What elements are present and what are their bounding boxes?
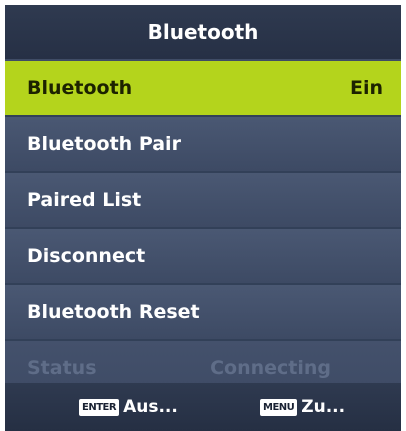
enter-hint-label: Aus... — [123, 397, 178, 417]
menu-header: Bluetooth — [5, 5, 401, 59]
footer-hints: ENTER Aus... MENU Zu... — [5, 383, 401, 431]
menu-item-bluetooth-reset[interactable]: Bluetooth Reset — [5, 285, 401, 341]
page-title: Bluetooth — [147, 20, 259, 44]
menu-item-label: Paired List — [27, 189, 142, 211]
menu-hint[interactable]: MENU Zu... — [260, 397, 345, 417]
bluetooth-menu: Bluetooth Ein Bluetooth Pair Paired List… — [5, 61, 401, 397]
menu-item-label: Status — [27, 357, 97, 379]
menu-item-disconnect[interactable]: Disconnect — [5, 229, 401, 285]
bluetooth-osd-panel: Bluetooth Bluetooth Ein Bluetooth Pair P… — [5, 5, 401, 431]
menu-item-paired-list[interactable]: Paired List — [5, 173, 401, 229]
enter-hint[interactable]: ENTER Aus... — [79, 397, 178, 417]
menu-key-icon: MENU — [260, 398, 298, 416]
menu-item-label: Disconnect — [27, 245, 146, 267]
status-value: Connecting — [210, 357, 331, 379]
enter-key-icon: ENTER — [79, 398, 120, 416]
menu-item-label: Bluetooth Pair — [27, 133, 181, 155]
menu-item-bluetooth-pair[interactable]: Bluetooth Pair — [5, 117, 401, 173]
menu-item-bluetooth[interactable]: Bluetooth Ein — [5, 61, 401, 117]
menu-item-label: Bluetooth Reset — [27, 301, 200, 323]
menu-item-label: Bluetooth — [27, 77, 133, 99]
bluetooth-toggle-value[interactable]: Ein — [350, 77, 383, 99]
menu-hint-label: Zu... — [301, 397, 346, 417]
